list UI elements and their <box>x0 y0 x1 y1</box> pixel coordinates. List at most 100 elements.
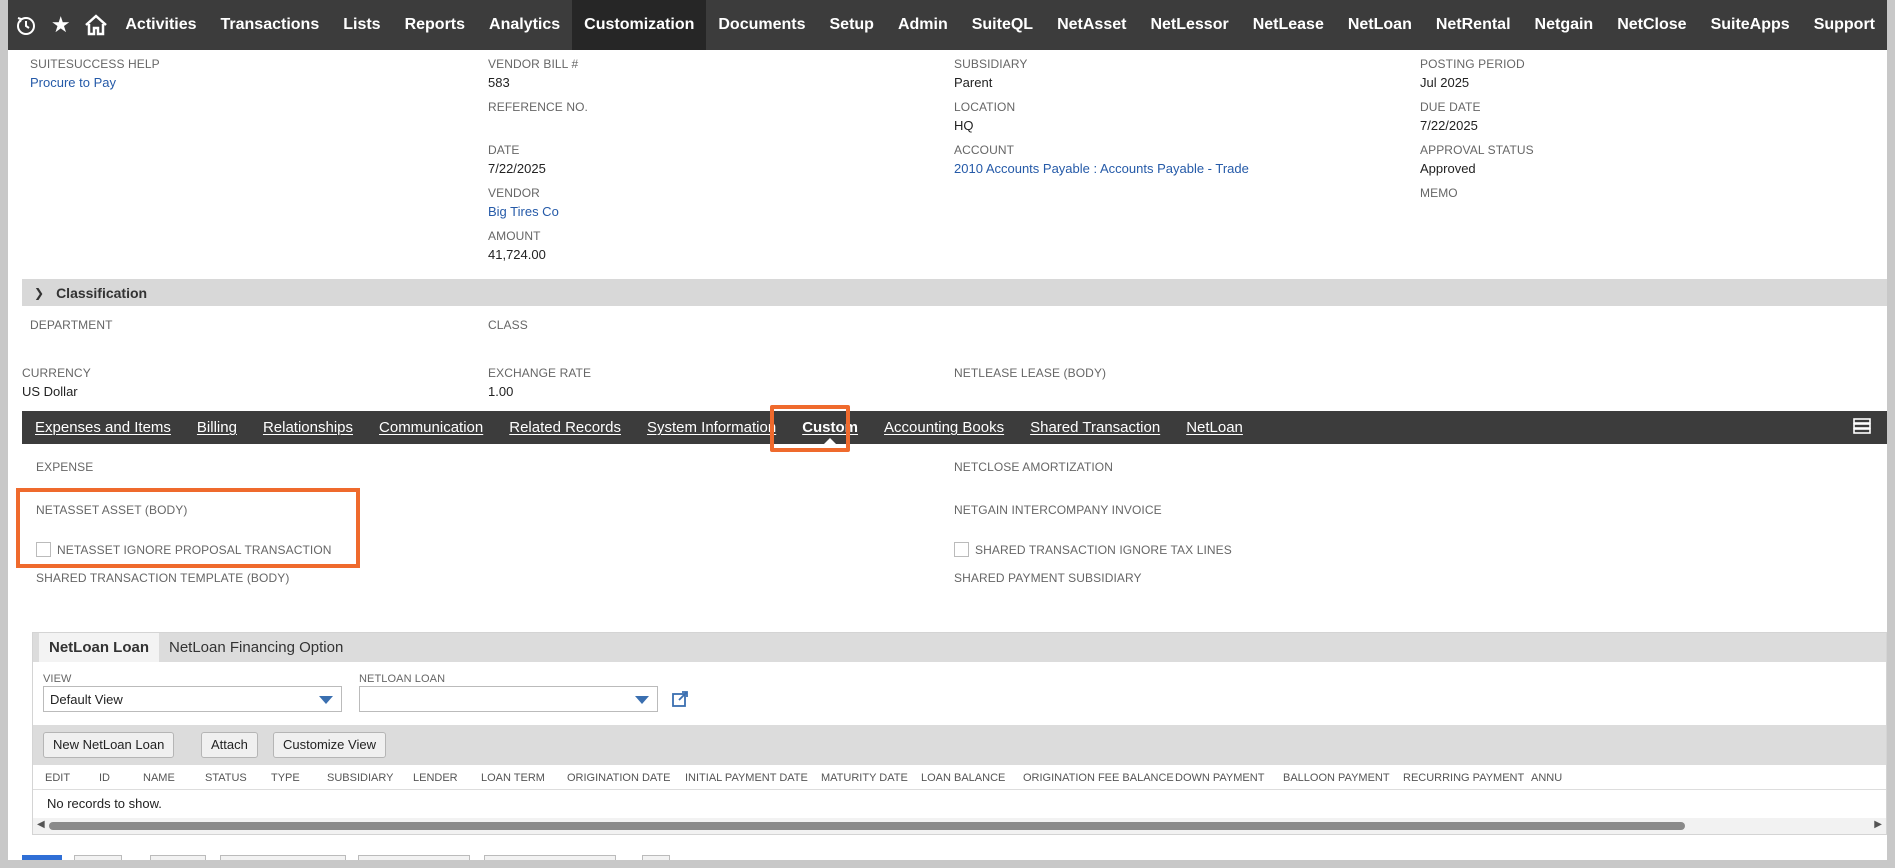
column-header[interactable]: LENDER <box>413 772 458 784</box>
field-value: Jul 2025 <box>1420 75 1470 90</box>
nav-item-support[interactable]: Support <box>1802 0 1887 50</box>
nav-item-customization[interactable]: Customization <box>572 0 707 50</box>
field-value: HQ <box>954 118 974 133</box>
open-external-icon[interactable] <box>671 690 689 711</box>
nav-item-reports[interactable]: Reports <box>393 0 477 50</box>
field-currency: CURRENCY US Dollar <box>22 366 91 399</box>
column-header[interactable]: INITIAL PAYMENT DATE <box>685 772 808 784</box>
column-header[interactable]: ID <box>99 772 110 784</box>
tab-netloan[interactable]: NetLoan <box>1173 411 1256 444</box>
netloan-loan-label: NETLOAN LOAN <box>359 673 446 685</box>
suitesuccess-help-link[interactable]: Procure to Pay <box>30 75 160 90</box>
tab-billing[interactable]: Billing <box>184 411 250 444</box>
attach-button[interactable]: Attach <box>201 732 258 758</box>
nav-item-activities[interactable]: Activities <box>113 0 208 50</box>
column-header[interactable]: ORIGINATION DATE <box>567 772 671 784</box>
account-link[interactable]: 2010 Accounts Payable : Accounts Payable… <box>954 161 1249 176</box>
subtab-netloan-loan[interactable]: NetLoan Loan <box>39 633 159 662</box>
tab-shared-transaction[interactable]: Shared Transaction <box>1017 411 1173 444</box>
netloan-subpanel: NetLoan Loan NetLoan Financing Option VIE… <box>32 632 1887 835</box>
field-class: CLASS <box>488 318 528 332</box>
nav-item-transactions[interactable]: Transactions <box>209 0 332 50</box>
star-icon[interactable]: ★ <box>43 0 78 50</box>
field-label: CLASS <box>488 318 528 332</box>
field-label: LOCATION <box>954 100 1016 114</box>
column-header[interactable]: NAME <box>143 772 175 784</box>
column-header[interactable]: DOWN PAYMENT <box>1175 772 1264 784</box>
field-label: DATE <box>488 143 520 157</box>
field-due-date: DUE DATE 7/22/2025 <box>1420 100 1481 133</box>
nav-item-netlessor[interactable]: NetLessor <box>1138 0 1240 50</box>
field-approval-status: APPROVAL STATUS Approved <box>1420 143 1534 176</box>
chevron-down-icon: ❯ <box>34 285 45 300</box>
field-netclose-amortization: NETCLOSE AMORTIZATION <box>954 460 1114 474</box>
tab-accounting-books[interactable]: Accounting Books <box>871 411 1017 444</box>
column-header[interactable]: ORIGINATION FEE BALANCE <box>1023 772 1174 784</box>
tab-system-information[interactable]: System Information <box>634 411 789 444</box>
nav-item-netlease[interactable]: NetLease <box>1241 0 1336 50</box>
nav-item-netclose[interactable]: NetClose <box>1605 0 1698 50</box>
column-header[interactable]: RECURRING PAYMENT <box>1403 772 1524 784</box>
netloan-loan-select[interactable] <box>359 686 658 712</box>
home-icon[interactable] <box>78 0 113 50</box>
bottom-button[interactable] <box>150 855 206 860</box>
menu-icon[interactable] <box>1853 417 1871 435</box>
shared-ignore-tax-checkbox[interactable] <box>954 542 969 557</box>
field-value: Approved <box>1420 161 1476 176</box>
field-value: 7/22/2025 <box>1420 118 1478 133</box>
view-label: VIEW <box>43 673 72 685</box>
column-header[interactable]: SUBSIDIARY <box>327 772 393 784</box>
column-header[interactable]: STATUS <box>205 772 247 784</box>
column-header[interactable]: TYPE <box>271 772 300 784</box>
empty-state-text: No records to show. <box>47 796 162 811</box>
tab-related-records[interactable]: Related Records <box>496 411 634 444</box>
tab-list: Expenses and Items Billing Relationships Co… <box>22 411 1256 444</box>
field-value: 1.00 <box>488 384 514 399</box>
bottom-button[interactable] <box>74 855 122 860</box>
field-label: SUBSIDIARY <box>954 57 1028 71</box>
recent-records-icon[interactable] <box>8 0 43 50</box>
nav-item-admin[interactable]: Admin <box>886 0 960 50</box>
field-expense: EXPENSE <box>36 460 94 474</box>
nav-item-setup[interactable]: Setup <box>818 0 886 50</box>
chevron-down-icon <box>635 696 649 704</box>
nav-item-netgain[interactable]: Netgain <box>1523 0 1606 50</box>
column-header[interactable]: LOAN BALANCE <box>921 772 1005 784</box>
nav-item-netloan[interactable]: NetLoan <box>1336 0 1424 50</box>
column-header[interactable]: BALLOON PAYMENT <box>1283 772 1390 784</box>
bottom-button[interactable] <box>642 855 670 860</box>
field-value: US Dollar <box>22 384 78 399</box>
tab-relationships[interactable]: Relationships <box>250 411 366 444</box>
tab-expenses-and-items[interactable]: Expenses and Items <box>22 411 184 444</box>
field-label: VENDOR <box>488 186 540 200</box>
classification-section-header[interactable]: ❯ Classification <box>22 279 1887 306</box>
view-select-value: Default View <box>50 692 123 707</box>
nav-item-suiteql[interactable]: SuiteQL <box>960 0 1045 50</box>
customize-view-button[interactable]: Customize View <box>273 732 386 758</box>
vendor-link[interactable]: Big Tires Co <box>488 204 559 219</box>
nav-item-analytics[interactable]: Analytics <box>477 0 572 50</box>
bottom-button[interactable] <box>220 855 346 860</box>
nav-item-suiteapps[interactable]: SuiteApps <box>1699 0 1802 50</box>
subtab-netloan-financing-option[interactable]: NetLoan Financing Option <box>159 633 353 662</box>
column-header[interactable]: EDIT <box>45 772 70 784</box>
column-header[interactable]: MATURITY DATE <box>821 772 908 784</box>
nav-item-netasset[interactable]: NetAsset <box>1045 0 1138 50</box>
field-subsidiary: SUBSIDIARY Parent <box>954 57 1027 90</box>
scroll-right-icon[interactable]: ▶ <box>1874 819 1882 830</box>
new-netloan-loan-button[interactable]: New NetLoan Loan <box>43 732 175 758</box>
nav-item-netrental[interactable]: NetRental <box>1424 0 1523 50</box>
scrollbar-thumb[interactable] <box>49 822 1685 830</box>
tab-communication[interactable]: Communication <box>366 411 496 444</box>
bottom-button[interactable] <box>358 855 470 860</box>
bottom-save-button[interactable] <box>22 855 62 860</box>
bottom-button[interactable] <box>484 855 616 860</box>
nav-item-lists[interactable]: Lists <box>331 0 392 50</box>
column-header[interactable]: LOAN TERM <box>481 772 545 784</box>
scroll-left-icon[interactable]: ◀ <box>37 819 45 830</box>
view-select[interactable]: Default View <box>43 686 342 712</box>
field-amount: AMOUNT 41,724.00 <box>488 229 546 262</box>
column-header[interactable]: ANNU <box>1531 772 1562 784</box>
nav-item-documents[interactable]: Documents <box>706 0 817 50</box>
horizontal-scrollbar[interactable]: ◀ ▶ <box>33 818 1886 834</box>
